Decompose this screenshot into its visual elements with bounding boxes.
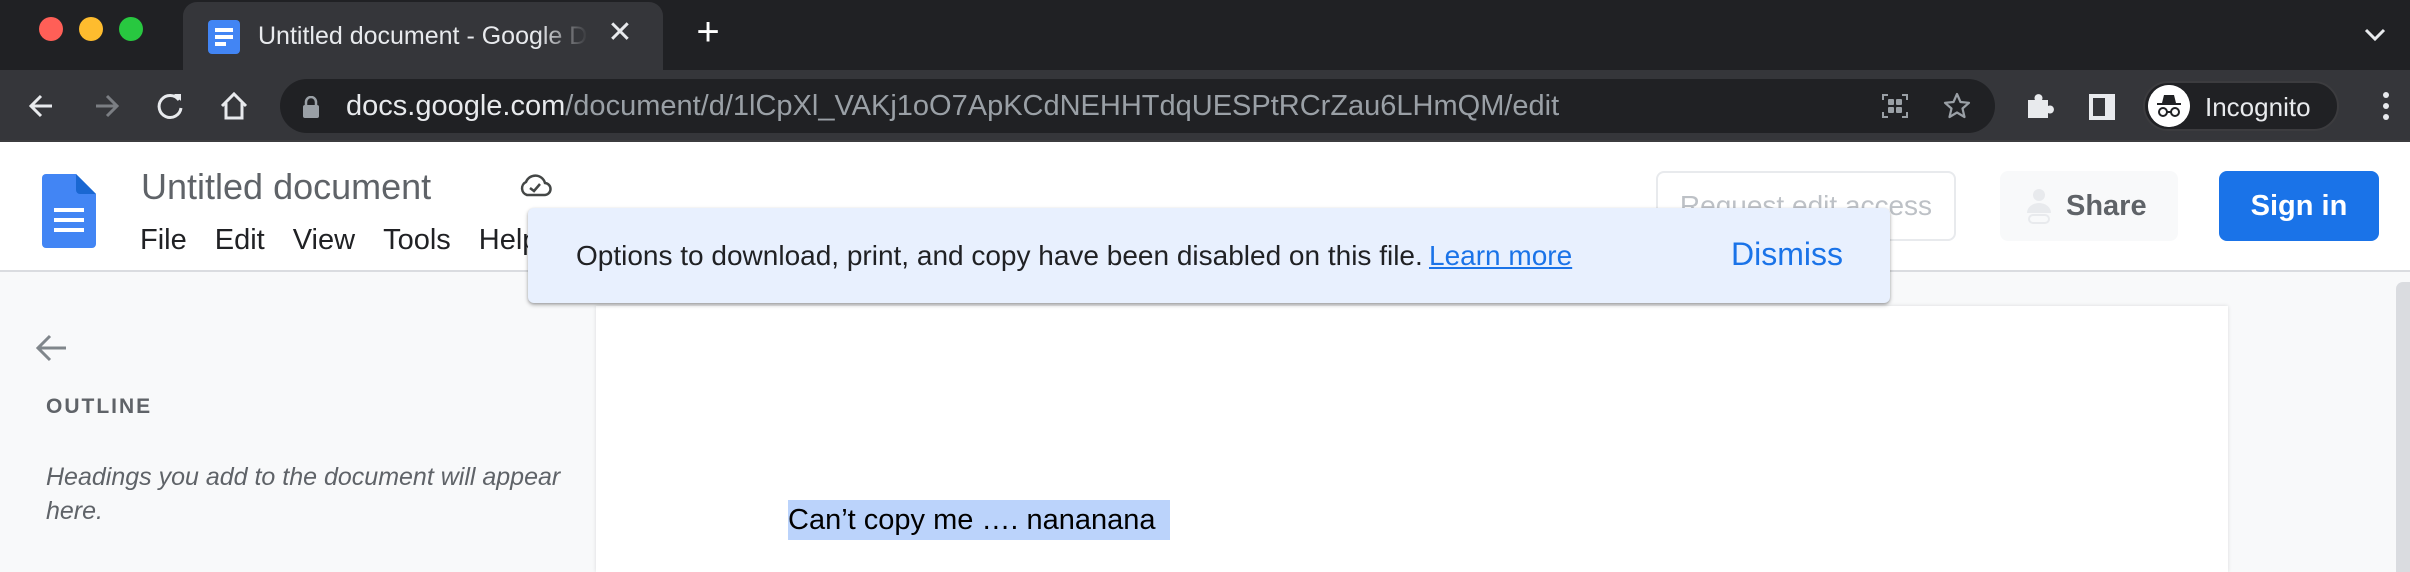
tab-strip: Untitled document - Google Docs ✕ + [0, 0, 2410, 70]
share-button[interactable]: Share [2000, 171, 2178, 241]
lock-icon[interactable] [302, 96, 320, 118]
url-text[interactable]: docs.google.com/document/d/1lCpXl_VAKj1o… [346, 90, 1559, 123]
outline-hint: Headings you add to the document will ap… [46, 463, 561, 525]
cloud-saved-icon[interactable] [518, 172, 552, 198]
browser-tab[interactable]: Untitled document - Google Docs ✕ [183, 2, 663, 70]
side-panel-icon[interactable] [2086, 90, 2118, 122]
more-icon[interactable] [2380, 90, 2392, 122]
banner-message: Options to download, print, and copy hav… [576, 240, 1423, 271]
dismiss-button[interactable]: Dismiss [1731, 236, 1843, 273]
menu-bar: File Edit View Tools Help [140, 224, 566, 257]
bookmark-star-icon[interactable] [1942, 91, 1972, 121]
address-bar[interactable]: docs.google.com/document/d/1lCpXl_VAKj1o… [280, 79, 1995, 133]
close-window-button[interactable] [39, 17, 63, 41]
menu-file[interactable]: File [140, 224, 187, 257]
qr-code-icon[interactable] [1880, 91, 1910, 121]
copy-disabled-banner: Options to download, print, and copy hav… [528, 208, 1890, 303]
maximize-window-button[interactable] [119, 17, 143, 41]
minimize-window-button[interactable] [79, 17, 103, 41]
tab-close-icon[interactable]: ✕ [603, 16, 637, 50]
share-person-icon [2027, 189, 2051, 224]
back-icon[interactable] [22, 86, 62, 126]
sign-in-button[interactable]: Sign in [2219, 171, 2379, 241]
menu-tools[interactable]: Tools [383, 224, 451, 257]
profile-button[interactable]: Incognito [2143, 81, 2339, 131]
google-docs-icon [208, 20, 240, 54]
document-title[interactable]: Untitled document [141, 166, 431, 208]
outline-title: OUTLINE [46, 395, 153, 418]
learn-more-link[interactable]: Learn more [1429, 240, 1572, 272]
document-selected-text[interactable]: Can’t copy me …. nananana [788, 500, 1170, 540]
new-tab-button[interactable]: + [690, 12, 726, 52]
tab-search-icon[interactable] [2360, 20, 2390, 50]
extensions-icon[interactable] [2024, 90, 2056, 122]
close-outline-arrow-icon[interactable] [34, 330, 70, 366]
vertical-scrollbar[interactable] [2396, 282, 2410, 572]
document-page[interactable]: Can’t copy me …. nananana [596, 306, 2228, 572]
forward-icon[interactable] [86, 86, 126, 126]
menu-view[interactable]: View [293, 224, 355, 257]
share-label: Share [2066, 190, 2147, 222]
menu-edit[interactable]: Edit [215, 224, 265, 257]
browser-toolbar: docs.google.com/document/d/1lCpXl_VAKj1o… [0, 70, 2410, 142]
incognito-icon [2148, 85, 2190, 127]
google-docs-logo[interactable] [42, 174, 96, 248]
profile-label: Incognito [2205, 92, 2311, 122]
url-host: docs.google.com [346, 90, 566, 122]
home-icon[interactable] [214, 86, 254, 126]
reload-icon[interactable] [150, 86, 190, 126]
tab-title: Untitled document - Google Docs [258, 22, 588, 50]
url-path: /document/d/1lCpXl_VAKj1oO7ApKCdNEHHTdqU… [565, 90, 1560, 122]
